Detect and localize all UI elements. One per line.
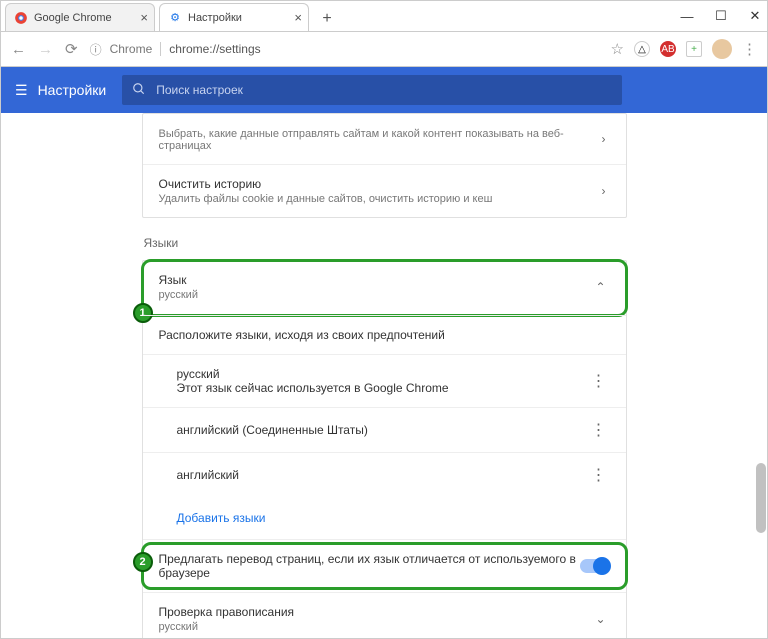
tab-label: Настройки — [188, 12, 242, 24]
chrome-icon — [14, 11, 28, 25]
address-prefix: Chrome — [110, 42, 162, 56]
tab-settings[interactable]: ⚙ Настройки × — [159, 3, 309, 31]
chevron-right-icon: › — [598, 132, 610, 146]
section-languages: Языки — [144, 236, 627, 250]
minimize-button[interactable]: — — [681, 10, 693, 22]
info-icon: ⓘ — [90, 41, 102, 58]
chevron-down-icon: ⌄ — [591, 612, 609, 626]
gear-icon: ⚙ — [168, 11, 182, 25]
offer-translate-row[interactable]: Предлагать перевод страниц, если их язык… — [143, 539, 626, 592]
adblock-icon[interactable]: AB — [660, 41, 676, 57]
close-icon[interactable]: × — [140, 10, 148, 25]
add-language-link[interactable]: Добавить языки — [143, 497, 626, 539]
page-title: Настройки — [38, 82, 107, 98]
language-expand-row[interactable]: Язык русский ⌃ 1 — [143, 261, 626, 315]
more-icon[interactable]: ⋮ — [587, 371, 610, 391]
annotation-badge-2: 2 — [133, 552, 153, 572]
maximize-button[interactable]: ☐ — [715, 10, 727, 22]
search-input[interactable]: Поиск настроек — [122, 75, 622, 105]
more-icon[interactable]: ⋮ — [587, 465, 610, 485]
translate-toggle[interactable] — [580, 559, 610, 573]
address-bar[interactable]: ⓘ Chrome chrome://settings — [90, 41, 599, 58]
chevron-right-icon: › — [598, 184, 610, 198]
menu-icon[interactable]: ⋮ — [742, 40, 757, 58]
new-tab-button[interactable]: + — [315, 7, 339, 31]
lang-hint: Расположите языки, исходя из своих предп… — [159, 328, 610, 342]
search-icon — [132, 82, 146, 99]
yandex-icon[interactable]: △ — [634, 41, 650, 57]
lang-item-en[interactable]: английский ⋮ — [143, 452, 626, 497]
reload-button[interactable]: ⟳ — [65, 40, 78, 58]
forward-button[interactable]: → — [38, 41, 53, 58]
chevron-up-icon: ⌃ — [591, 280, 609, 294]
lang-item-en-us[interactable]: английский (Соединенные Штаты) ⋮ — [143, 407, 626, 452]
lang-item-ru[interactable]: русский Этот язык сейчас используется в … — [143, 354, 626, 407]
more-icon[interactable]: ⋮ — [587, 420, 610, 440]
hamburger-icon[interactable]: ☰ — [15, 82, 28, 99]
search-placeholder: Поиск настроек — [156, 83, 243, 97]
star-icon[interactable]: ☆ — [611, 40, 624, 58]
address-url: chrome://settings — [169, 42, 260, 56]
scrollbar-thumb[interactable] — [756, 463, 766, 533]
spellcheck-row[interactable]: Проверка правописания русский ⌄ — [143, 592, 626, 638]
ext-icon[interactable]: + — [686, 41, 702, 57]
back-button[interactable]: ← — [11, 41, 26, 58]
site-settings-row[interactable]: Выбрать, какие данные отправлять сайтам … — [143, 114, 626, 164]
avatar[interactable] — [712, 39, 732, 59]
close-icon[interactable]: × — [294, 10, 302, 25]
tab-label: Google Chrome — [34, 12, 112, 24]
clear-history-row[interactable]: Очистить историю Удалить файлы cookie и … — [143, 164, 626, 217]
close-button[interactable]: ✕ — [749, 10, 761, 22]
tab-chrome[interactable]: Google Chrome × — [5, 3, 155, 31]
